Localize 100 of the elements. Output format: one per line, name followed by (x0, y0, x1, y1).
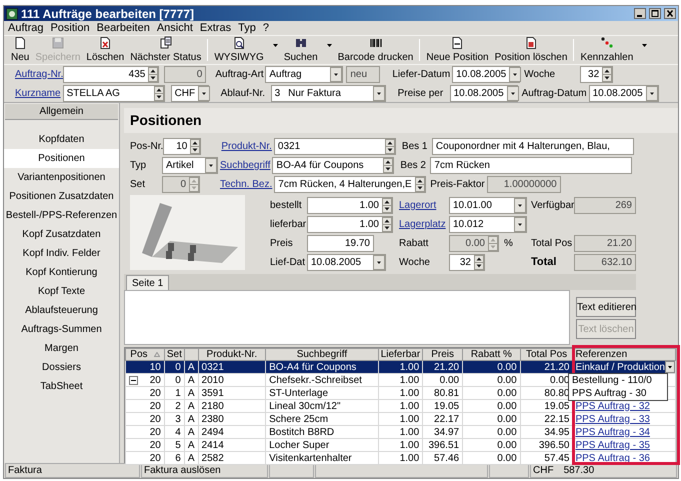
minimize-icon[interactable] (634, 8, 646, 19)
table-row[interactable]: 20 5 A 2414 Locher Super 1.00 396.51 0.00 396.50 PPS Auftrag - 35 (126, 438, 676, 452)
sidebar-item[interactable]: Ablaufsteuerung (4, 301, 119, 320)
sidebar-item[interactable]: Bestell-/PPS-Referenzen (4, 206, 119, 225)
spin-buttons-icon[interactable] (154, 86, 164, 100)
table-cell-text: A (186, 426, 196, 438)
sidebar-item[interactable]: Dossiers (4, 358, 119, 377)
sidebar-item[interactable]: Margen (4, 339, 119, 358)
spin-buttons-icon[interactable] (382, 217, 392, 232)
table-cell-text: 80.81 (433, 387, 460, 399)
field-link[interactable]: Lagerplatz (399, 217, 446, 232)
dropdown-field[interactable]: CHF (170, 84, 209, 102)
toolbar-button[interactable]: Suchen (280, 36, 335, 64)
menu-item[interactable]: ? (262, 20, 269, 36)
field-link[interactable]: Techn. Bez. (220, 177, 274, 192)
input-field[interactable]: 435 (63, 66, 160, 82)
tree-toggle-icon[interactable] (129, 376, 138, 384)
spin-buttons-icon[interactable] (148, 66, 158, 82)
dropdown-field[interactable]: 3 Nur Faktura (270, 84, 386, 102)
toolbar-button[interactable]: Kennzahlen (577, 36, 650, 64)
dropdown-field[interactable]: 10.08.2005 (588, 84, 659, 102)
input-field[interactable]: BO-A4 für Coupons (272, 157, 394, 174)
table-row[interactable]: 20 4 A 2494 Bostitch B8RD 1.00 34.97 0.00 34.95 PPS Auftrag - 34 (126, 426, 676, 438)
sidebar-item[interactable]: Kopfdaten (4, 130, 119, 149)
dropdown-field[interactable]: 10.012 (449, 216, 527, 233)
toolbar-button[interactable]: Neue Position (423, 36, 492, 64)
toolbar-button[interactable]: Löschen (83, 36, 128, 64)
input-field[interactable]: 32 (580, 66, 614, 82)
toolbar-button[interactable]: WYSIWYG (211, 36, 281, 64)
input-field[interactable]: 19.70 (307, 235, 374, 252)
sidebar-item[interactable]: Auftrags-Summen (4, 320, 119, 339)
sidebar-item[interactable]: TabSheet (4, 377, 119, 396)
menu-item[interactable]: Position (50, 20, 90, 36)
menu-item[interactable]: Auftrag (8, 20, 44, 36)
input-field[interactable]: 0321 (274, 138, 396, 155)
text-button[interactable]: Text editieren (576, 297, 636, 317)
spin-buttons-icon[interactable] (602, 66, 612, 82)
sidebar-item[interactable]: Positionen Zusatzdaten (4, 187, 119, 206)
column-header[interactable]: Referenzen (572, 348, 676, 360)
close-icon[interactable] (664, 8, 676, 19)
sidebar-item[interactable]: Kopf Zusatzdaten (4, 225, 119, 244)
toolbar-button[interactable]: Position löschen (492, 36, 570, 64)
column-header[interactable]: Rabatt % (462, 348, 520, 360)
column-header[interactable]: Suchbegriff (266, 348, 378, 360)
input-field[interactable]: 1.00 (307, 216, 393, 233)
spin-buttons-icon[interactable] (382, 198, 392, 213)
dropdown-option[interactable]: Bestellung - 110/0 (569, 374, 667, 387)
dropdown-option[interactable]: PPS Auftrag - 30 (569, 387, 667, 400)
spin-buttons-icon[interactable] (474, 255, 484, 270)
sidebar-item[interactable]: Kopf Indiv. Felder (4, 244, 119, 263)
spin-buttons-icon[interactable] (190, 139, 200, 154)
toolbar-button[interactable]: Nächster Status (127, 36, 204, 64)
sidebar-item[interactable]: Positionen (4, 149, 119, 168)
input-field[interactable]: 1.00 (307, 197, 393, 214)
scrollbar[interactable] (676, 348, 677, 462)
field-link[interactable]: Auftrag-Nr. (15, 66, 64, 82)
column-header[interactable]: Produkt-Nr. (198, 348, 266, 360)
toolbar-button[interactable]: Barcode drucken (334, 36, 416, 64)
toolbar-button[interactable]: Neu (8, 36, 32, 64)
sidebar-item[interactable]: Kopf Kontierung (4, 263, 119, 282)
spin-buttons-icon[interactable] (384, 139, 395, 154)
caret-icon (272, 44, 278, 46)
reference-dropdown[interactable]: Einkauf / Produktion (573, 361, 675, 373)
maximize-icon[interactable] (649, 8, 661, 19)
dropdown-field[interactable]: 10.08.2005 (307, 254, 386, 271)
dropdown-field[interactable]: Auftrag (265, 66, 344, 82)
input-field[interactable]: 7cm Rücken, 4 Halterungen,E (274, 176, 426, 193)
field-link[interactable]: Lagerort (399, 198, 436, 213)
tab[interactable]: Seite 1 (126, 275, 170, 290)
dropdown-field[interactable]: 10.08.2005 (450, 84, 518, 102)
sidebar-item[interactable]: Kopf Texte (4, 282, 119, 301)
column-header[interactable]: Pos (126, 348, 164, 360)
table-cell-text: 22.17 (433, 413, 460, 425)
table-cell-text: 0.00 (496, 452, 518, 464)
table-cell-text: 34.97 (433, 426, 460, 438)
input-field[interactable]: STELLA AG (62, 84, 165, 102)
sidebar-item[interactable]: Variantenpositionen (4, 168, 119, 187)
input-field[interactable]: 32 (449, 254, 485, 271)
menu-item[interactable]: Extras (200, 20, 232, 36)
table-cell-text: 4 (174, 426, 182, 438)
status-panel: Faktura (5, 463, 140, 478)
table-row[interactable]: 20 2 A 2180 Lineal 30cm/12" 1.00 19.05 0.00 19.05 PPS Auftrag - 32 (126, 400, 676, 412)
field-link[interactable]: Produkt-Nr. (221, 139, 274, 154)
menu-item[interactable]: Typ (238, 20, 256, 36)
delete-document-icon (98, 36, 112, 50)
field-link[interactable]: Kurzname (15, 86, 63, 100)
spin-buttons-icon[interactable] (415, 177, 426, 192)
input-field[interactable]: Couponordner mit 4 Halterungen, Blau, (432, 138, 634, 155)
menu-item[interactable]: Ansicht (156, 20, 193, 36)
table-row[interactable]: 20 3 A 2380 Schere 25cm 1.00 22.17 0.00 22.15 PPS Auftrag - 33 (126, 412, 676, 426)
dropdown-field[interactable]: Artikel (162, 157, 218, 174)
spin-buttons-icon[interactable] (383, 158, 394, 173)
dropdown-field[interactable]: 10.08.2005 (452, 66, 520, 82)
field-label: Preise per (398, 86, 444, 100)
menu-item[interactable]: Bearbeiten (96, 20, 150, 36)
input-field[interactable]: 7cm Rücken (430, 157, 632, 174)
dropdown-field[interactable]: 10.01.00 (449, 197, 527, 214)
table-row[interactable]: 10 0 A 0321 BO-A4 für Coupons 1.00 21.20 0.00 21.20 Einkauf / Produktion (126, 360, 676, 374)
field-link[interactable]: Suchbegriff (220, 158, 272, 173)
input-field[interactable]: 10 (163, 138, 202, 155)
